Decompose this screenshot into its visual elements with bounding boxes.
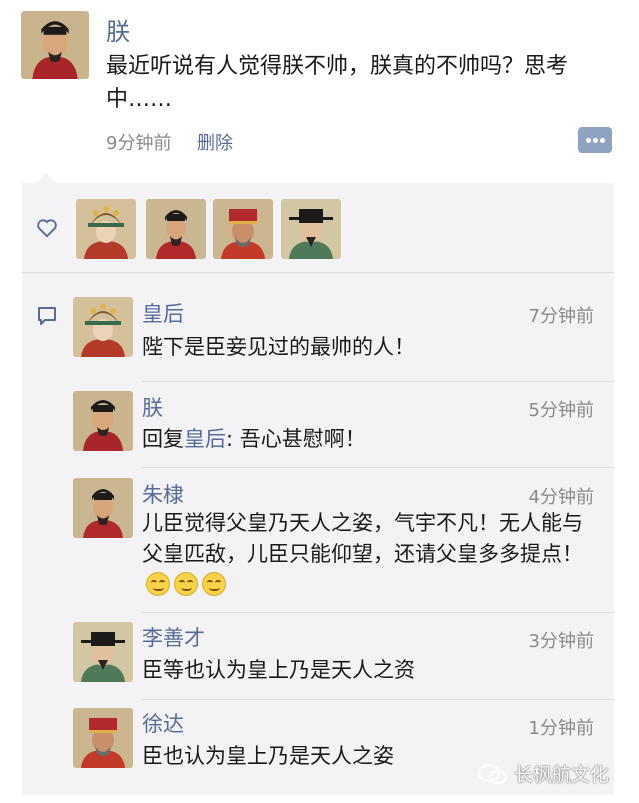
comment-text-block: 儿臣觉得父皇乃天人之姿，气宇不凡！无人能与父皇匹敌，儿臣只能仰望，还请父皇多多提… [142, 508, 597, 601]
comment-timestamp: 1分钟前 [528, 718, 594, 739]
comment-timestamp: 3分钟前 [528, 631, 594, 652]
comment-text: 陛下是臣妾见过的最帅的人！ [142, 335, 415, 359]
comment-divider [142, 467, 614, 468]
post-text: 最近听说有人觉得朕不帅，朕真的不帅吗？思考中…… [106, 54, 569, 112]
comment-avatar[interactable] [73, 297, 133, 357]
panel-pointer [36, 173, 56, 183]
reply-prefix: 回复 [142, 427, 184, 451]
delete-post-link[interactable]: 删除 [197, 129, 233, 155]
comment-author[interactable]: 李善才 [142, 622, 205, 652]
likes-divider [22, 272, 614, 273]
comment-text: 儿臣觉得父皇乃天人之姿，气宇不凡！无人能与父皇匹敌，儿臣只能仰望，还请父皇多多提… [142, 511, 583, 566]
comment-avatar[interactable] [73, 708, 133, 768]
smile-emoji-icon [146, 572, 170, 596]
comment-avatar[interactable] [73, 391, 133, 451]
watermark-text: 长枫航文化 [514, 764, 610, 786]
comment-avatar[interactable] [73, 622, 133, 682]
comment-author[interactable]: 徐达 [142, 708, 184, 738]
comment-divider [142, 381, 614, 382]
like-avatar-general[interactable] [213, 199, 273, 259]
heart-icon [37, 219, 57, 238]
comment-divider [142, 699, 614, 700]
smile-emoji-icon [174, 572, 198, 596]
comment-timestamp: 4分钟前 [528, 487, 594, 508]
like-avatar-emperor[interactable] [146, 199, 206, 259]
like-avatar-minister[interactable] [281, 199, 341, 259]
post-author-name[interactable]: 朕 [106, 12, 130, 47]
comment-timestamp: 7分钟前 [528, 306, 594, 327]
comment-author[interactable]: 皇后 [142, 298, 184, 328]
post-timestamp: 9分钟前 [106, 133, 172, 154]
post-author-avatar[interactable] [21, 11, 89, 79]
comment-text: 回复皇后: 吾心甚慰啊！ [142, 424, 597, 455]
wechat-logo-icon [478, 764, 507, 784]
comment-author[interactable]: 朕 [142, 392, 163, 422]
comment-icon [38, 307, 56, 325]
more-options-button[interactable] [578, 127, 612, 153]
comment-text: 臣等也认为皇上乃是天人之资 [142, 658, 415, 682]
comment-avatar[interactable] [73, 478, 133, 538]
comment-timestamp: 5分钟前 [528, 400, 594, 421]
smile-emoji-icon [202, 572, 226, 596]
like-avatar-empress[interactable] [76, 199, 136, 259]
comment-divider [142, 612, 614, 613]
comment-author[interactable]: 朱棣 [142, 479, 184, 509]
reply-text: : 吾心甚慰啊！ [226, 427, 366, 451]
reply-to-link[interactable]: 皇后 [184, 427, 226, 451]
